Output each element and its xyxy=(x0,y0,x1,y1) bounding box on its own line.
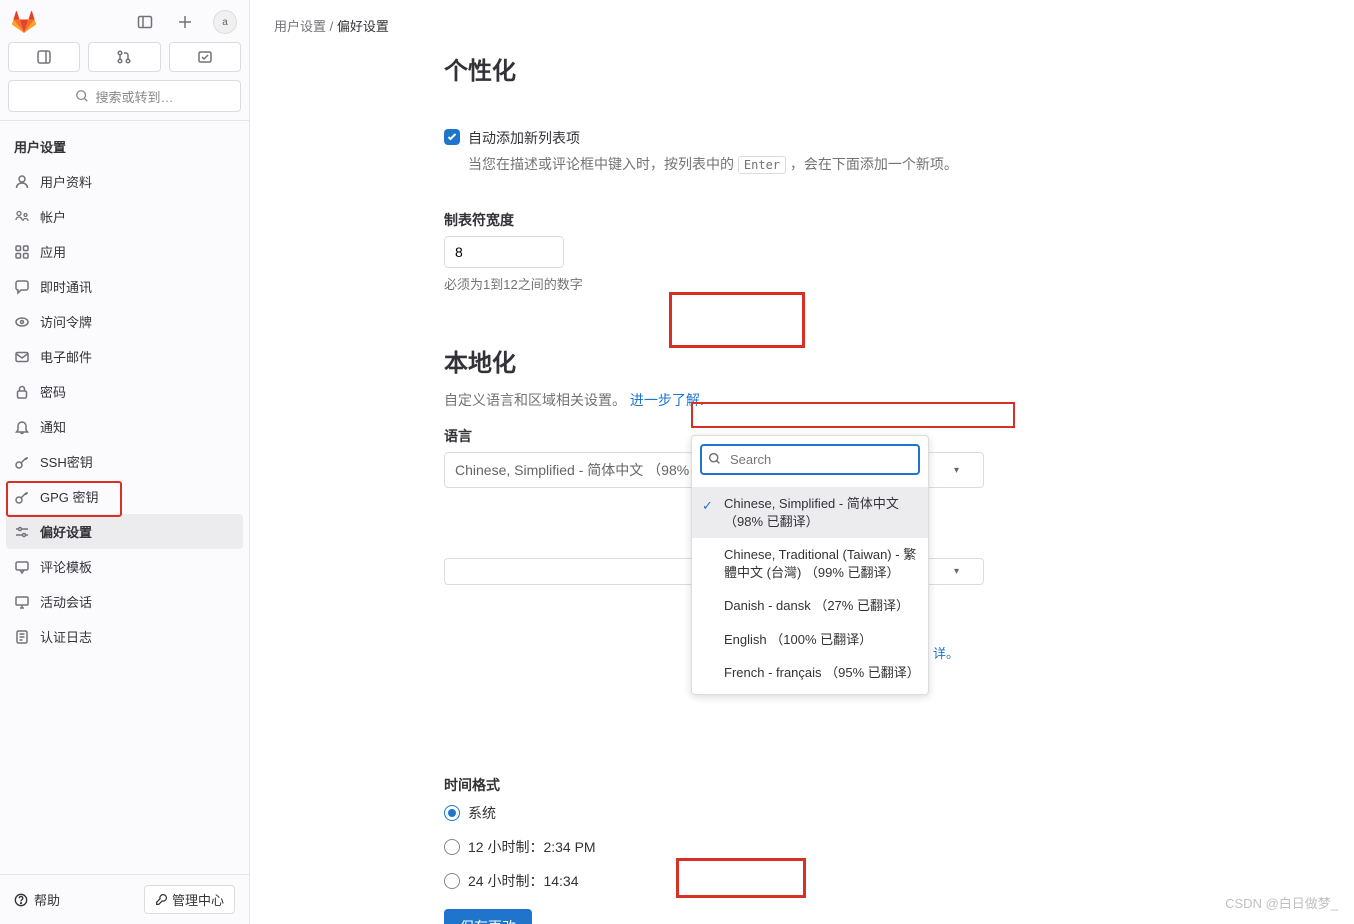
sidebar-item-preferences[interactable]: 偏好设置 xyxy=(6,514,243,549)
chevron-down-icon: ▾ xyxy=(954,566,959,577)
sidebar-item-tokens[interactable]: 访问令牌 xyxy=(0,304,249,339)
search-icon xyxy=(708,452,721,468)
key-icon xyxy=(14,454,30,470)
sidebar-item-email[interactable]: 电子邮件 xyxy=(0,339,249,374)
breadcrumb-current: 偏好设置 xyxy=(337,19,389,34)
tab-width-input[interactable] xyxy=(444,236,564,268)
radio-label: 系统 xyxy=(468,803,496,823)
nav-label: 应用 xyxy=(40,242,66,261)
bell-icon xyxy=(14,419,30,435)
sidebar-item-chat[interactable]: 即时通讯 xyxy=(0,269,249,304)
plus-icon[interactable] xyxy=(173,10,197,34)
tab-width-label: 制表符宽度 xyxy=(444,210,1156,230)
sidebar-item-authlog[interactable]: 认证日志 xyxy=(0,619,249,654)
monitor-icon xyxy=(14,594,30,610)
main-content: 用户设置 / 偏好设置 个性化 自动添加新列表项 当您在描述或评论框中键入时，按… xyxy=(250,0,1354,924)
sidebar-item-ssh[interactable]: SSH密钥 xyxy=(0,444,249,479)
help-icon xyxy=(14,893,28,907)
sidebar-item-apps[interactable]: 应用 xyxy=(0,234,249,269)
nav-label: 即时通讯 xyxy=(40,277,92,296)
merge-requests-button[interactable] xyxy=(88,42,160,72)
checkbox-label: 自动添加新列表项 xyxy=(468,128,580,148)
dropdown-option[interactable]: Chinese, Traditional (Taiwan) - 繁體中文 (台灣… xyxy=(692,538,928,589)
nav-label: 访问令牌 xyxy=(40,312,92,331)
dropdown-option[interactable]: ✓Chinese, Simplified - 简体中文 （98% 已翻译） xyxy=(692,487,928,538)
time-radio-24h[interactable] xyxy=(444,873,460,889)
time-format-label: 时间格式 xyxy=(444,775,1156,795)
apps-icon xyxy=(14,244,30,260)
checkbox-help: 当您在描述或评论框中键入时，按列表中的 Enter ，会在下面添加一个新项。 xyxy=(468,154,1156,174)
nav-label: 用户资料 xyxy=(40,172,92,191)
breadcrumb: 用户设置 / 偏好设置 xyxy=(250,0,1354,51)
nav-label: GPG 密钥 xyxy=(40,487,99,506)
search-input[interactable]: 搜索或转到… xyxy=(8,80,241,112)
profile-icon xyxy=(14,174,30,190)
localization-desc: 自定义语言和区域相关设置。 进一步了解. xyxy=(444,390,1156,410)
link-fragment: 详。 xyxy=(933,643,959,662)
personalization-title: 个性化 xyxy=(444,51,1156,86)
token-icon xyxy=(14,314,30,330)
admin-button[interactable]: 管理中心 xyxy=(144,885,235,914)
panel-toggle-icon[interactable] xyxy=(133,10,157,34)
sidebar: a 搜索或转到… 用户设置 用户资料 帐户 应用 即时通讯 访问令牌 电子邮件 … xyxy=(0,0,250,924)
dropdown-search-input[interactable] xyxy=(700,444,920,475)
sidebar-item-password[interactable]: 密码 xyxy=(0,374,249,409)
nav-label: 密码 xyxy=(40,382,66,401)
nav-label: SSH密钥 xyxy=(40,452,93,471)
watermark: CSDN @白日做梦_ xyxy=(1225,893,1338,912)
auto-add-checkbox[interactable] xyxy=(444,129,460,145)
learn-more-link[interactable]: 进一步了解. xyxy=(630,392,704,408)
email-icon xyxy=(14,349,30,365)
language-dropdown: ✓Chinese, Simplified - 简体中文 （98% 已翻译） Ch… xyxy=(691,435,929,695)
dropdown-option[interactable]: French - français （95% 已翻译） xyxy=(692,656,928,690)
nav-label: 电子邮件 xyxy=(40,347,92,366)
check-icon: ✓ xyxy=(702,497,713,515)
nav-label: 帐户 xyxy=(40,207,66,226)
nav-label: 评论模板 xyxy=(40,557,92,576)
help-label: 帮助 xyxy=(34,890,60,909)
radio-label: 24 小时制：14:34 xyxy=(468,871,579,891)
enter-kbd: Enter xyxy=(738,156,786,174)
chat-icon xyxy=(14,279,30,295)
search-placeholder: 搜索或转到… xyxy=(95,87,173,106)
avatar-text: a xyxy=(222,17,228,28)
nav-label: 活动会话 xyxy=(40,592,92,611)
dropdown-option[interactable]: English （100% 已翻译） xyxy=(692,623,928,657)
radio-label: 12 小时制：2:34 PM xyxy=(468,837,596,857)
nav-header: 用户设置 xyxy=(0,129,249,164)
user-avatar[interactable]: a xyxy=(213,10,237,34)
breadcrumb-parent[interactable]: 用户设置 xyxy=(274,19,326,34)
sidebar-item-sessions[interactable]: 活动会话 xyxy=(0,584,249,619)
sidebar-item-gpg[interactable]: GPG 密钥 xyxy=(0,479,249,514)
gitlab-logo[interactable] xyxy=(12,10,36,34)
dropdown-option[interactable]: Danish - dansk （27% 已翻译） xyxy=(692,589,928,623)
sidebar-item-profile[interactable]: 用户资料 xyxy=(0,164,249,199)
key-icon xyxy=(14,489,30,505)
localization-title: 本地化 xyxy=(444,343,1156,378)
comment-icon xyxy=(14,559,30,575)
lock-icon xyxy=(14,384,30,400)
todos-button[interactable] xyxy=(169,42,241,72)
save-button[interactable]: 保存更改 xyxy=(444,909,532,924)
admin-label: 管理中心 xyxy=(172,890,224,909)
sidebar-item-notifications[interactable]: 通知 xyxy=(0,409,249,444)
nav-label: 通知 xyxy=(40,417,66,436)
nav-label: 认证日志 xyxy=(40,627,92,646)
wrench-icon xyxy=(155,893,168,906)
time-radio-12h[interactable] xyxy=(444,839,460,855)
sidebar-item-templates[interactable]: 评论模板 xyxy=(0,549,249,584)
search-icon xyxy=(75,89,89,103)
tab-width-help: 必须为1到12之间的数字 xyxy=(444,274,1156,293)
log-icon xyxy=(14,629,30,645)
nav-label: 偏好设置 xyxy=(40,522,92,541)
help-link[interactable]: 帮助 xyxy=(14,890,60,909)
issues-button[interactable] xyxy=(8,42,80,72)
sidebar-item-account[interactable]: 帐户 xyxy=(0,199,249,234)
time-radio-system[interactable] xyxy=(444,805,460,821)
chevron-down-icon: ▾ xyxy=(954,465,959,476)
account-icon xyxy=(14,209,30,225)
preferences-icon xyxy=(14,524,30,540)
